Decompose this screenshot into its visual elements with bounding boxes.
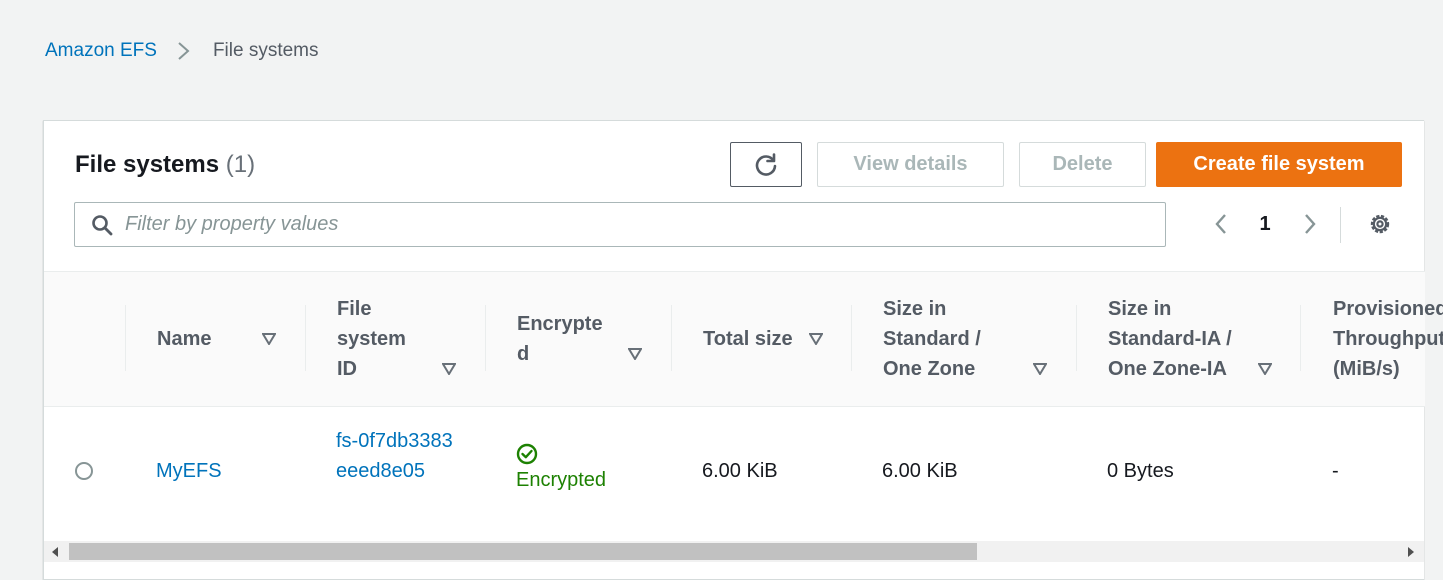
- provisioned-throughput-cell: -: [1332, 460, 1339, 482]
- sort-caret-icon: [628, 348, 642, 360]
- pagination-divider: [1340, 207, 1341, 243]
- create-file-system-button[interactable]: Create file system: [1156, 142, 1402, 187]
- encrypted-status-text: Encrypted: [516, 469, 607, 491]
- table-row[interactable]: MyEFS fs-0f7db3383eeed8e05 Encrypted 6.0…: [44, 406, 1425, 541]
- column-header-size-standard[interactable]: Size in Standard / One Zone: [883, 272, 1018, 406]
- horizontal-scrollbar[interactable]: [44, 541, 1424, 562]
- row-select-radio[interactable]: [75, 462, 93, 480]
- column-divider: [1300, 305, 1301, 371]
- table-settings-button[interactable]: [1364, 206, 1396, 242]
- status-success-icon: [516, 443, 538, 465]
- breadcrumb: Amazon EFS File systems: [45, 40, 319, 62]
- scroll-left-arrow-icon[interactable]: [52, 547, 58, 557]
- column-header-label: Size in Standard-IA / One Zone-IA: [1108, 298, 1232, 380]
- sort-caret-icon: [1033, 363, 1047, 375]
- column-header-provisioned-throughput[interactable]: Provisioned Throughput (MiB/s): [1333, 272, 1443, 406]
- panel-title-text: File systems: [75, 151, 220, 178]
- chevron-right-icon: [1305, 214, 1316, 234]
- table-header: Name File system ID Encrypted Total size…: [44, 271, 1443, 407]
- column-header-label: Size in Standard / One Zone: [883, 298, 981, 380]
- file-system-id-link[interactable]: fs-0f7db3383eeed8e05: [336, 426, 461, 486]
- file-systems-panel: File systems (1) View details Delete Cre…: [43, 120, 1443, 580]
- scroll-right-arrow-icon[interactable]: [1408, 547, 1414, 557]
- total-size-cell: 6.00 KiB: [702, 460, 778, 482]
- breadcrumb-link-amazon-efs[interactable]: Amazon EFS: [45, 40, 157, 62]
- next-page-button[interactable]: [1296, 206, 1324, 242]
- column-header-name[interactable]: Name: [157, 272, 307, 406]
- column-header-label: Provisioned Throughput (MiB/s): [1333, 298, 1443, 380]
- gear-icon: [1370, 214, 1390, 234]
- column-divider: [305, 305, 306, 371]
- search-icon: [92, 214, 113, 235]
- column-header-size-ia[interactable]: Size in Standard-IA / One Zone-IA: [1108, 272, 1258, 406]
- column-header-encrypted[interactable]: Encrypted: [517, 272, 611, 406]
- column-header-label: Name: [157, 328, 212, 350]
- column-header-total-size[interactable]: Total size: [703, 272, 813, 406]
- column-divider: [485, 305, 486, 371]
- panel-title-count: (1): [225, 151, 256, 178]
- delete-button[interactable]: Delete: [1019, 142, 1146, 187]
- previous-page-button[interactable]: [1207, 206, 1235, 242]
- sort-caret-icon: [1258, 363, 1272, 375]
- breadcrumb-current: File systems: [212, 40, 319, 61]
- page-number-1[interactable]: 1: [1255, 206, 1275, 242]
- chevron-right-icon: [178, 42, 190, 60]
- column-header-label: Encrypted: [517, 313, 603, 365]
- filter-box: [74, 202, 1166, 247]
- refresh-icon: [755, 152, 777, 176]
- column-header-label: Total size: [703, 328, 793, 350]
- column-divider: [851, 305, 852, 371]
- file-system-name-link[interactable]: MyEFS: [156, 456, 222, 486]
- column-header-label: File system ID: [337, 298, 406, 380]
- sort-caret-icon: [809, 333, 823, 345]
- size-standard-cell: 6.00 KiB: [882, 460, 958, 482]
- panel-title: File systems (1): [75, 151, 255, 179]
- sort-caret-icon: [442, 363, 456, 375]
- column-header-file-system-id[interactable]: File system ID: [337, 272, 427, 406]
- view-details-button[interactable]: View details: [817, 142, 1004, 187]
- column-divider: [671, 305, 672, 371]
- chevron-left-icon: [1215, 214, 1226, 234]
- size-ia-cell: 0 Bytes: [1107, 460, 1174, 482]
- scrollbar-thumb[interactable]: [69, 543, 977, 560]
- column-divider: [125, 305, 126, 371]
- sort-caret-icon: [262, 333, 276, 345]
- refresh-button[interactable]: [730, 142, 802, 187]
- column-divider: [1076, 305, 1077, 371]
- encrypted-cell: Encrypted: [516, 443, 606, 495]
- filter-input[interactable]: [123, 212, 1127, 237]
